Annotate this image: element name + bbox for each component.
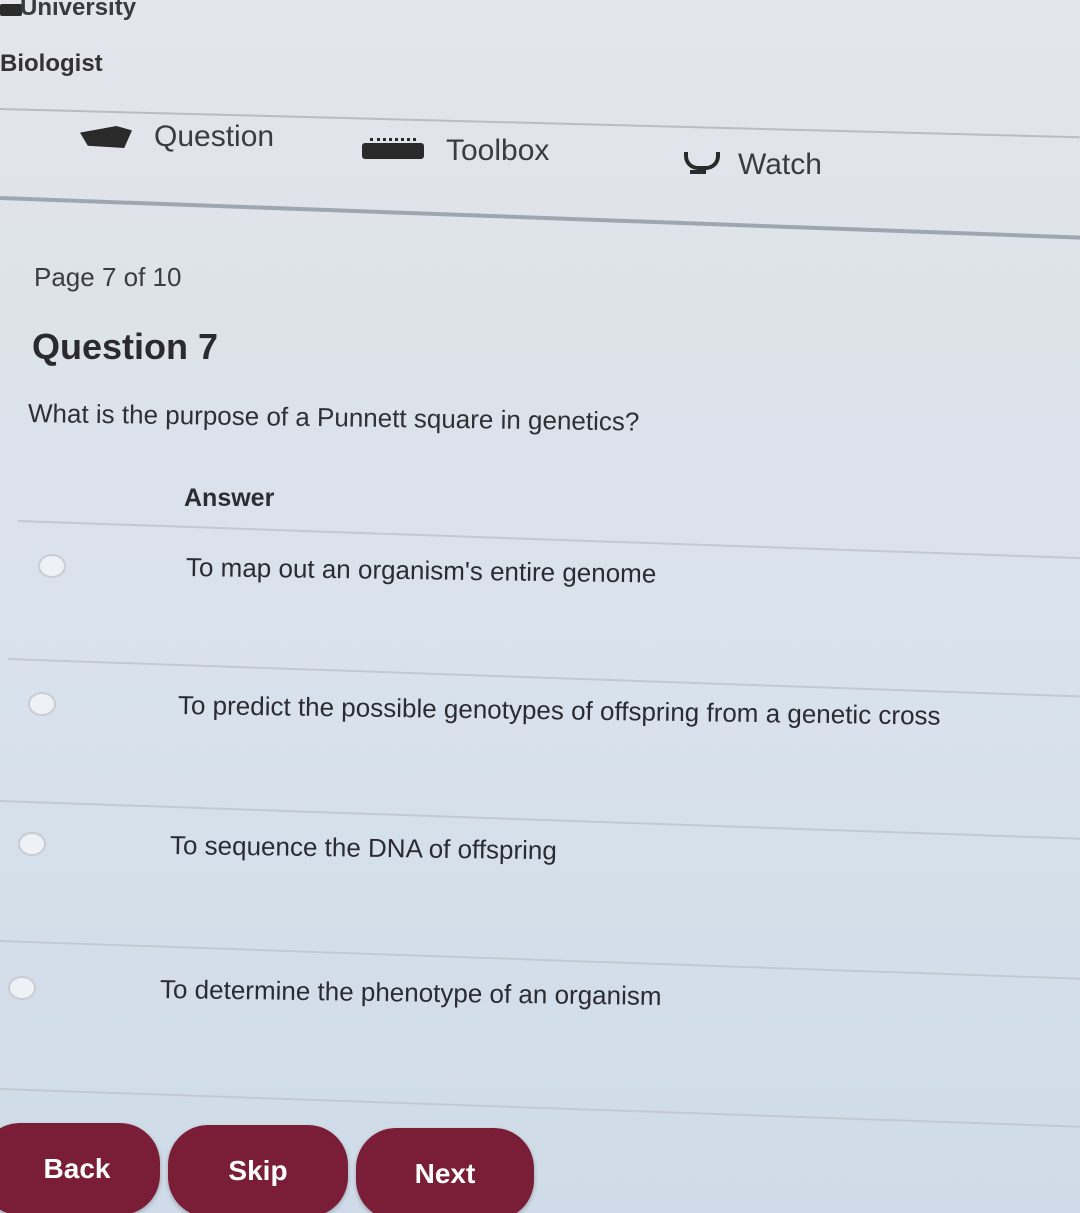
answer-option-label: To map out an organism's entire genome: [185, 552, 657, 589]
answer-option-label: To predict the possible genotypes of off…: [177, 690, 941, 731]
skip-button[interactable]: Skip: [168, 1125, 348, 1213]
brand-name: University: [20, 0, 137, 21]
university-logo-icon: [0, 4, 22, 16]
question-title: Question 7: [32, 326, 219, 367]
answer-option-label: To sequence the DNA of offspring: [169, 830, 558, 866]
nav-item-watch[interactable]: Watch: [680, 148, 822, 182]
answer-option[interactable]: To predict the possible genotypes of off…: [0, 676, 1080, 736]
page-indicator: Page 7 of 10: [34, 262, 182, 292]
next-button[interactable]: Next: [356, 1128, 534, 1213]
nav-item-label: Watch: [738, 148, 822, 181]
answer-option[interactable]: To sequence the DNA of offspring: [0, 816, 1080, 876]
chat-icon: [80, 126, 132, 148]
nav-divider: [0, 196, 1080, 241]
radio-button[interactable]: [38, 554, 66, 578]
watch-icon: [680, 152, 720, 178]
nav-item-label: Toolbox: [446, 134, 550, 167]
nav-item-question[interactable]: Question: [80, 120, 274, 154]
nav-item-label: Question: [154, 120, 275, 153]
answer-option[interactable]: To map out an organism's entire genome: [0, 538, 1080, 598]
toolbox-icon: [362, 138, 424, 159]
radio-button[interactable]: [28, 692, 56, 716]
nav-item-toolbox[interactable]: Toolbox: [362, 134, 549, 168]
back-button[interactable]: Back: [0, 1123, 160, 1213]
main-nav: Question Toolbox Watch: [0, 110, 1080, 200]
question-prompt: What is the purpose of a Punnett square …: [27, 398, 640, 437]
answer-label: Answer: [184, 484, 275, 512]
role-label: Biologist: [0, 50, 103, 77]
answer-option-label: To determine the phenotype of an organis…: [159, 974, 662, 1012]
answer-divider: [0, 1088, 1080, 1129]
answer-option[interactable]: To determine the phenotype of an organis…: [0, 960, 1080, 1020]
radio-button[interactable]: [18, 832, 46, 856]
radio-button[interactable]: [8, 976, 36, 1000]
